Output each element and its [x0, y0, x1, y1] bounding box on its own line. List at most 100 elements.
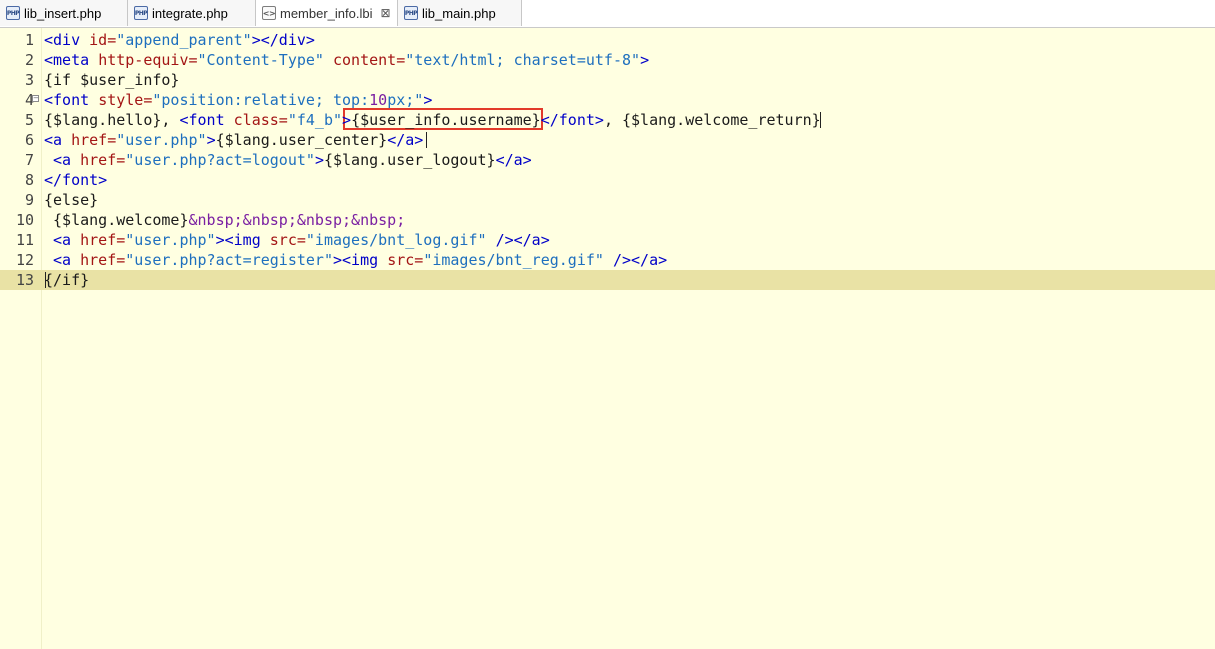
code-token: src= — [269, 231, 306, 249]
code-token: id= — [89, 31, 117, 49]
code-token: </a> — [387, 131, 424, 149]
code-token: <font — [44, 91, 99, 109]
code-line[interactable]: 10 {$lang.welcome}&nbsp;&nbsp;&nbsp;&nbs… — [0, 210, 1215, 230]
code-token: {/if} — [44, 271, 90, 289]
line-number: 10 — [15, 211, 34, 229]
code-token: src= — [387, 251, 424, 269]
code-token: "user.php" — [125, 231, 216, 249]
tab-label: lib_insert.php — [24, 5, 102, 21]
line-number: 8 — [24, 171, 34, 189]
php-file-icon: PHP — [134, 6, 148, 20]
code-line[interactable]: 6 <a href="user.php">{$lang.user_center}<… — [0, 130, 1215, 150]
line-number: 5 — [24, 111, 34, 129]
code-line[interactable]: 7 <a href="user.php?act=logout">{$lang.u… — [0, 150, 1215, 170]
line-number: 13 — [15, 271, 34, 289]
code-token: "append_parent" — [116, 31, 252, 49]
code-text: </font> — [44, 170, 107, 190]
code-token: > — [640, 51, 650, 69]
code-text: <meta http-equiv="Content-Type" content=… — [44, 50, 649, 70]
code-token: "user.php?act=register" — [125, 251, 333, 269]
code-token: ><img — [333, 251, 388, 269]
code-token: http-equiv= — [98, 51, 198, 69]
code-line[interactable]: 9 {else} — [0, 190, 1215, 210]
code-token: > — [314, 151, 324, 169]
code-text: {if $user_info} — [44, 70, 179, 90]
code-token: <div — [44, 31, 90, 49]
code-token: style= — [98, 91, 153, 109]
code-token: px;" — [387, 91, 424, 109]
code-text: <div id="append_parent"></div> — [44, 30, 315, 50]
code-line[interactable]: 8 </font> — [0, 170, 1215, 190]
code-token: > — [423, 91, 433, 109]
code-token: "images/bnt_log.gif" — [305, 231, 487, 249]
code-line[interactable]: 5 {$lang.hello}, <font class="f4_b">{$use… — [0, 110, 1215, 130]
editor-tab-bar: PHP lib_insert.php PHP integrate.php <> … — [0, 0, 1215, 28]
tab-lib-main[interactable]: PHP lib_main.php — [398, 0, 522, 26]
php-file-icon: PHP — [404, 6, 418, 20]
fold-toggle-icon[interactable]: − — [32, 95, 39, 102]
code-text: {else} — [44, 190, 98, 210]
code-token: /></a> — [612, 251, 668, 269]
text-caret — [426, 132, 427, 148]
tab-integrate[interactable]: PHP integrate.php — [128, 0, 256, 26]
line-number: 2 — [24, 51, 34, 69]
code-token: "Content-Type" — [197, 51, 324, 69]
code-token: "position:relative; top: — [152, 91, 370, 109]
code-token: content= — [333, 51, 406, 69]
code-text: <a href="user.php">{$lang.user_center}</… — [44, 130, 423, 150]
tab-lib-insert[interactable]: PHP lib_insert.php — [0, 0, 128, 26]
code-token: {$lang.user_logout} — [323, 151, 496, 169]
code-line[interactable]: 11 <a href="user.php"><img src="images/b… — [0, 230, 1215, 250]
code-token: {$lang.hello}, — [44, 111, 180, 129]
code-token: <a — [53, 231, 81, 249]
line-number: 9 — [24, 191, 34, 209]
code-token: <a — [53, 151, 81, 169]
tab-member-info[interactable]: <> member_info.lbi ⊠ — [256, 0, 398, 26]
code-line[interactable]: 12 <a href="user.php?act=register"><img … — [0, 250, 1215, 270]
code-token: href= — [80, 231, 126, 249]
code-token: <a — [44, 131, 72, 149]
text-caret — [820, 112, 821, 128]
line-number: 1 — [24, 31, 34, 49]
code-token: {if $user_info} — [44, 71, 180, 89]
tab-label: lib_main.php — [422, 5, 496, 21]
code-line[interactable]: 3 {if $user_info} — [0, 70, 1215, 90]
code-text: {/if} — [44, 270, 89, 290]
code-token: ></div> — [251, 31, 315, 49]
code-token: 10 — [369, 91, 388, 109]
tab-label: member_info.lbi — [280, 5, 373, 21]
close-tab-icon[interactable]: ⊠ — [381, 7, 391, 19]
code-line[interactable]: 2 <meta http-equiv="Content-Type" content… — [0, 50, 1215, 70]
code-token: <font — [179, 111, 234, 129]
code-token: class= — [233, 111, 288, 129]
code-text: <a href="user.php?act=register"><img src… — [44, 250, 667, 270]
code-token: <a — [53, 251, 81, 269]
code-line[interactable]: 13 {/if} — [0, 270, 1215, 290]
code-token: {else} — [44, 191, 99, 209]
line-number: 7 — [24, 151, 34, 169]
code-line[interactable]: 4− <font style="position:relative; top:10… — [0, 90, 1215, 110]
line-number: 3 — [24, 71, 34, 89]
code-token: {$user_info.username} — [351, 111, 541, 129]
code-token: href= — [80, 251, 126, 269]
line-number: 4 — [24, 91, 34, 109]
code-token: "images/bnt_reg.gif" — [423, 251, 604, 269]
code-text: <font style="position:relative; top:10px… — [44, 90, 432, 110]
line-number: 11 — [15, 231, 34, 249]
code-token: "user.php" — [116, 131, 207, 149]
code-token: </font> — [44, 171, 108, 189]
code-token: > — [206, 131, 216, 149]
line-number: 12 — [15, 251, 34, 269]
code-token: "user.php?act=logout" — [125, 151, 315, 169]
code-editor[interactable]: 1 <div id="append_parent"></div> 2 <meta ht… — [0, 28, 1215, 649]
tab-label: integrate.php — [152, 5, 228, 21]
code-token: </font> — [540, 111, 604, 129]
code-text: {$lang.hello}, <font class="f4_b">{$user… — [44, 110, 821, 130]
code-line[interactable]: 1 <div id="append_parent"></div> — [0, 30, 1215, 50]
code-token: {$lang.user_center} — [215, 131, 388, 149]
